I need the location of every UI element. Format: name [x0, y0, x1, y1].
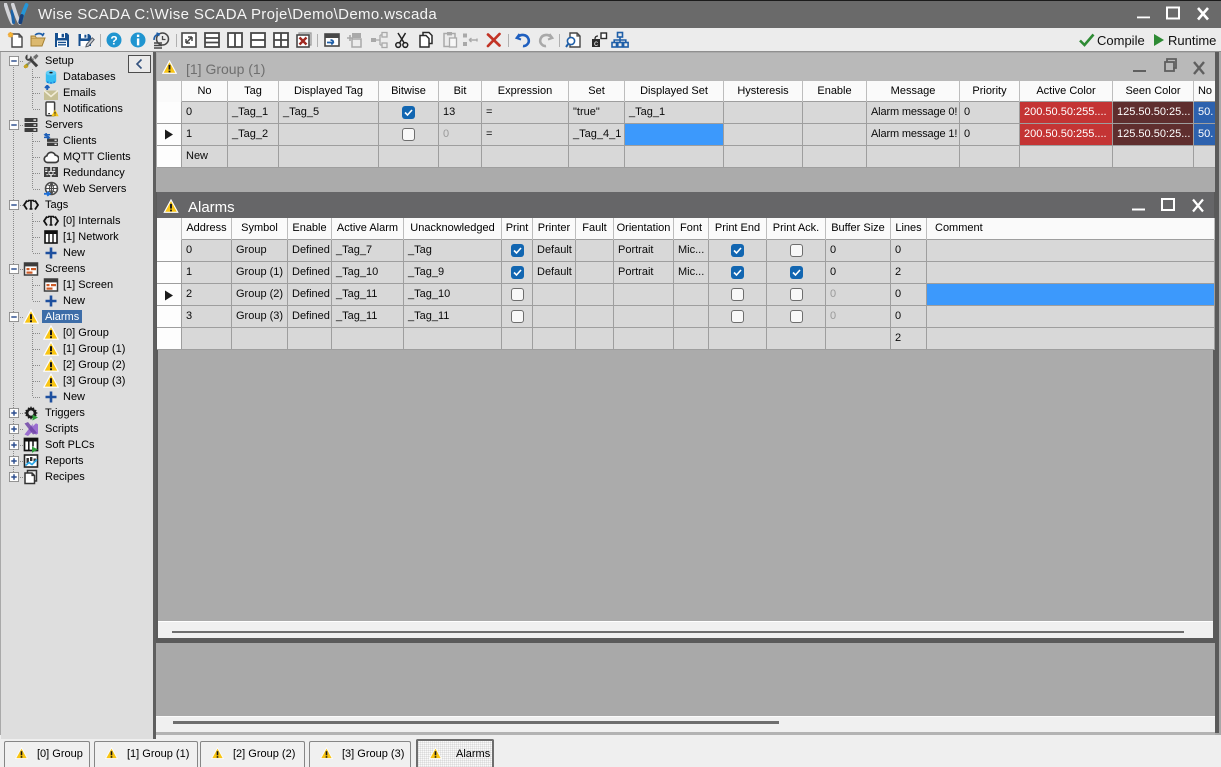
svg-text:?: ? — [110, 34, 117, 48]
svg-text:c: c — [594, 39, 598, 48]
